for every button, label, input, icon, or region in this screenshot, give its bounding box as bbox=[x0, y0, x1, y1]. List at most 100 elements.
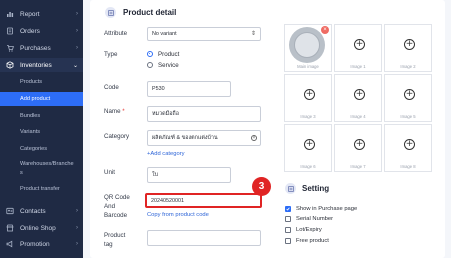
category-label: Category bbox=[104, 133, 130, 140]
unit-value: ใบ bbox=[152, 172, 159, 178]
image-cell-1[interactable]: + Image 1 bbox=[334, 24, 382, 72]
product-tag-input[interactable] bbox=[147, 230, 261, 246]
report-icon bbox=[6, 10, 14, 18]
sidebar-item-report[interactable]: Report › bbox=[0, 8, 83, 20]
sidebar-subitem-warehouses-wrap: s bbox=[20, 170, 23, 176]
setting-icon bbox=[285, 183, 296, 194]
checkbox-label: Serial Number bbox=[296, 216, 334, 222]
name-input[interactable]: หมวดมือถือ bbox=[147, 106, 261, 122]
product-tag-label: Product tag bbox=[104, 232, 126, 248]
sidebar-subitem-warehouses[interactable]: Warehouses/Branche bbox=[0, 160, 83, 169]
remove-image-icon[interactable]: × bbox=[321, 26, 329, 34]
image-cell-2[interactable]: + Image 2 bbox=[384, 24, 432, 72]
setting-title: Setting bbox=[302, 184, 330, 193]
code-label: Code bbox=[104, 84, 119, 91]
checkbox-serial-number[interactable] bbox=[285, 216, 291, 222]
sidebar-item-inventories[interactable]: Inventories ⌄ bbox=[0, 58, 83, 72]
spinner-icon: ⇕ bbox=[250, 31, 256, 37]
attribute-label: Attribute bbox=[104, 30, 128, 37]
add-image-icon: + bbox=[404, 39, 415, 50]
image-cell-6[interactable]: + Image 6 bbox=[284, 124, 332, 172]
image-cell-4[interactable]: + Image 4 bbox=[334, 74, 382, 122]
image-caption: Image 7 bbox=[350, 164, 366, 169]
sidebar-subitem-bundles[interactable]: Bundles bbox=[0, 111, 83, 122]
product-detail-title: Product detail bbox=[123, 8, 177, 17]
attribute-select[interactable]: No variant ⇕ bbox=[147, 27, 261, 41]
image-cell-5[interactable]: + Image 5 bbox=[384, 74, 432, 122]
product-detail-icon bbox=[105, 7, 116, 18]
sidebar-subitem-categories[interactable]: Categories bbox=[0, 144, 83, 155]
sidebar-subitem-add-product[interactable]: Add product bbox=[0, 92, 83, 106]
plate-image bbox=[289, 27, 325, 63]
code-value: P530 bbox=[152, 86, 165, 92]
add-image-icon: + bbox=[404, 89, 415, 100]
qr-label: QR Code And Barcode bbox=[104, 194, 130, 219]
qr-code-input[interactable]: 20240520001 bbox=[145, 193, 262, 208]
promotion-icon bbox=[6, 240, 14, 248]
category-value: ผลิตภัณฑ์ & ของตกแต่งบ้าน bbox=[152, 135, 218, 141]
add-image-icon: + bbox=[404, 139, 415, 150]
copy-code-link[interactable]: Copy from product code bbox=[147, 212, 209, 218]
purchases-icon bbox=[6, 44, 14, 52]
image-caption: Image 5 bbox=[400, 114, 416, 119]
sidebar-subitem-variants[interactable]: Variants bbox=[0, 127, 83, 138]
add-image-icon: + bbox=[354, 39, 365, 50]
image-caption: Image 8 bbox=[400, 164, 416, 169]
checkbox-free-product[interactable] bbox=[285, 238, 291, 244]
sidebar-subitem-products[interactable]: Products bbox=[0, 77, 83, 88]
sidebar-item-label: Report bbox=[20, 10, 40, 18]
checkbox-lot-expiry[interactable] bbox=[285, 227, 291, 233]
type-label: Type bbox=[104, 51, 118, 58]
image-caption: Main image bbox=[297, 64, 319, 69]
sidebar-item-label: Inventories bbox=[20, 61, 52, 69]
image-cell-main[interactable]: × Main image bbox=[284, 24, 332, 72]
sidebar-item-promotion[interactable]: Promotion › bbox=[0, 238, 83, 250]
chevron-right-icon: › bbox=[76, 208, 78, 214]
qr-code-value: 20240520001 bbox=[151, 197, 184, 204]
add-category-link[interactable]: +Add category bbox=[147, 151, 185, 157]
name-label: Name * bbox=[104, 108, 125, 115]
sidebar-item-contacts[interactable]: Contacts › bbox=[0, 205, 83, 217]
category-select[interactable]: ผลิตภัณฑ์ & ของตกแต่งบ้าน × bbox=[147, 130, 261, 146]
sidebar-subitem-product-transfer[interactable]: Product transfer bbox=[0, 184, 83, 195]
sidebar-item-orders[interactable]: Orders › bbox=[0, 25, 83, 37]
chevron-right-icon: › bbox=[76, 225, 78, 231]
sidebar-item-label: Purchases bbox=[20, 44, 51, 52]
image-caption: Image 4 bbox=[350, 114, 366, 119]
image-caption: Image 2 bbox=[400, 64, 416, 69]
image-caption: Image 3 bbox=[300, 114, 316, 119]
shop-icon bbox=[6, 224, 14, 232]
image-cell-3[interactable]: + Image 3 bbox=[284, 74, 332, 122]
sidebar-item-label: Contacts bbox=[20, 207, 46, 215]
add-image-icon: + bbox=[304, 139, 315, 150]
checkbox-show-in-purchase[interactable] bbox=[285, 206, 291, 212]
clear-icon[interactable]: × bbox=[251, 135, 257, 141]
contacts-icon bbox=[6, 207, 14, 215]
sidebar: Report › Orders › Purchases › Inventorie… bbox=[0, 0, 83, 258]
type-radio-service[interactable] bbox=[147, 62, 153, 68]
image-caption: Image 6 bbox=[300, 164, 316, 169]
type-option-product: Product bbox=[158, 51, 180, 58]
add-image-icon: + bbox=[354, 89, 365, 100]
type-radio-product[interactable] bbox=[147, 51, 153, 57]
step-badge: 3 bbox=[252, 177, 271, 196]
checkbox-label: Lot/Expiry bbox=[296, 227, 322, 233]
inventories-icon bbox=[6, 61, 14, 69]
image-cell-8[interactable]: + Image 8 bbox=[384, 124, 432, 172]
add-image-icon: + bbox=[354, 139, 365, 150]
name-value: หมวดมือถือ bbox=[152, 111, 179, 117]
sidebar-item-online-shop[interactable]: Online Shop › bbox=[0, 222, 83, 234]
image-cell-7[interactable]: + Image 7 bbox=[334, 124, 382, 172]
unit-label: Unit bbox=[104, 169, 116, 176]
image-caption: Image 1 bbox=[350, 64, 366, 69]
sidebar-item-label: Orders bbox=[20, 27, 40, 35]
chevron-right-icon: › bbox=[76, 241, 78, 247]
add-image-icon: + bbox=[304, 89, 315, 100]
unit-input[interactable]: ใบ bbox=[147, 167, 231, 183]
sidebar-item-label: Online Shop bbox=[20, 224, 56, 232]
attribute-value: No variant bbox=[152, 31, 177, 37]
chevron-right-icon: › bbox=[76, 11, 78, 17]
code-input[interactable]: P530 bbox=[147, 81, 231, 97]
sidebar-item-purchases[interactable]: Purchases › bbox=[0, 42, 83, 54]
chevron-right-icon: › bbox=[76, 28, 78, 34]
